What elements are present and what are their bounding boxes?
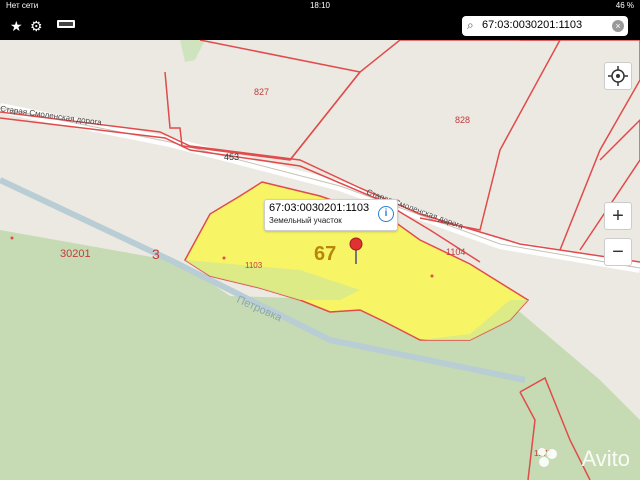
marker-dot	[222, 256, 226, 260]
search-input[interactable]	[482, 19, 602, 31]
popup-title: 67:03:0030201:1103	[269, 202, 370, 214]
battery-label: 46 %	[615, 1, 634, 10]
info-icon[interactable]: i	[378, 206, 394, 222]
popup-subtitle: Земельный участок	[269, 216, 342, 225]
layers-icon-graphic	[57, 20, 75, 28]
parcel-popup[interactable]: 67:03:0030201:1103 Земельный участок i	[264, 199, 398, 231]
clock: 18:10	[309, 1, 331, 10]
gears-icon[interactable]: ⚙	[30, 18, 43, 34]
label-67: 67	[314, 243, 336, 265]
status-bar: Нет сети 18:10 46 %	[0, 0, 640, 12]
label-1104: 1104	[446, 247, 465, 257]
marker-dot	[10, 236, 14, 240]
star-icon[interactable]: ★	[10, 18, 23, 34]
locate-button[interactable]	[604, 62, 632, 90]
map[interactable]: 827 828 453 1104 1103 30201 3 67 1272 Ст…	[0, 40, 640, 480]
label-3: 3	[152, 246, 160, 262]
label-453: 453	[224, 152, 239, 162]
zoom-in-button[interactable]: +	[604, 202, 632, 230]
layers-icon[interactable]	[56, 17, 78, 34]
avito-watermark: Avito	[581, 446, 630, 471]
search-box[interactable]: ⌕ ×	[462, 16, 628, 36]
zoom-out-button[interactable]: −	[604, 238, 632, 266]
search-icon: ⌕	[467, 18, 474, 32]
marker-dot	[430, 274, 434, 278]
crosshair-icon	[608, 66, 628, 86]
label-30201: 30201	[60, 248, 91, 260]
label-1103: 1103	[245, 261, 263, 270]
avito-logo-icon	[538, 448, 557, 467]
label-827: 827	[254, 87, 269, 97]
clear-icon[interactable]: ×	[612, 20, 624, 32]
label-828: 828	[455, 115, 470, 125]
